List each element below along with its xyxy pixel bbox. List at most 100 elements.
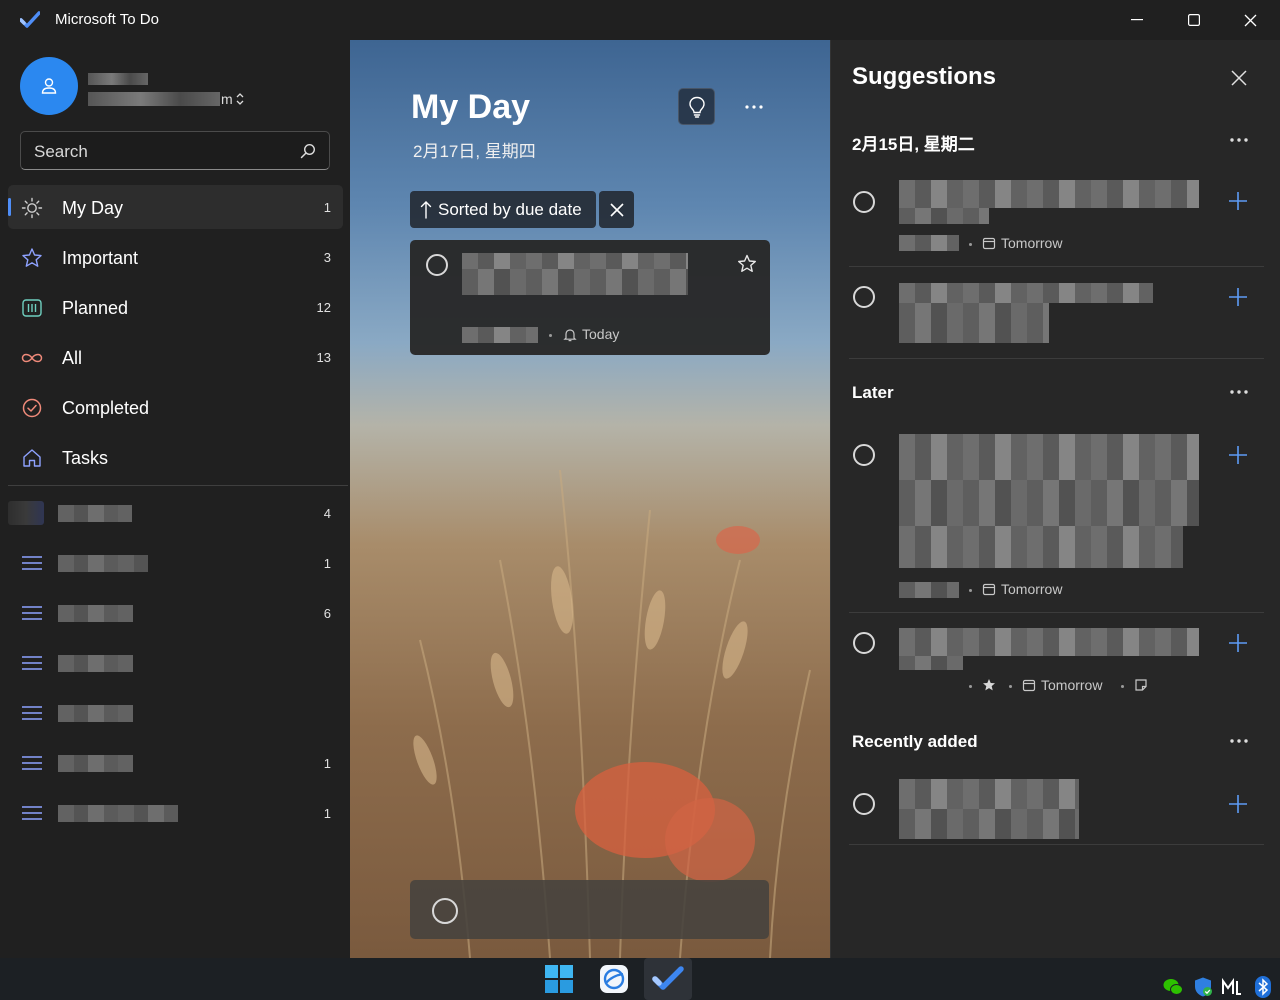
browser-app-icon: [600, 965, 628, 993]
person-icon: [41, 78, 57, 94]
meta-separator: [969, 589, 972, 592]
sun-icon: [21, 197, 43, 219]
more-horizontal-icon: [744, 104, 763, 109]
sidebar-item-label: Tasks: [62, 448, 109, 468]
complete-task-checkbox[interactable]: [853, 191, 875, 213]
sidebar-list-item[interactable]: 1: [8, 791, 343, 835]
sidebar-item-completed[interactable]: Completed: [8, 385, 343, 429]
suggestion-item[interactable]: [849, 773, 1264, 845]
task-title-redacted: [899, 656, 963, 670]
sidebar-item-label: Completed: [62, 398, 150, 418]
add-to-my-day-icon[interactable]: [1227, 444, 1249, 466]
maximize-button[interactable]: [1165, 0, 1222, 40]
avatar[interactable]: [20, 57, 78, 115]
suggestion-item[interactable]: Tomorrow: [849, 173, 1264, 267]
sidebar-item-label: Planned: [62, 298, 129, 318]
sidebar-list-item[interactable]: 1: [8, 541, 343, 585]
bell-icon: [563, 329, 577, 342]
suggestion-item[interactable]: Tomorrow: [849, 425, 1264, 613]
task-title-redacted: [899, 480, 1199, 526]
task-list-name-redacted: [462, 327, 538, 343]
list-lines-icon: [22, 756, 42, 770]
list-lines-icon: [22, 806, 42, 820]
add-to-my-day-icon[interactable]: [1227, 793, 1249, 815]
meta-separator: [1009, 685, 1012, 688]
todo-logo-icon: [20, 11, 40, 28]
list-lines-icon: [22, 606, 42, 620]
close-panel-icon[interactable]: [1228, 67, 1250, 89]
list-lines-icon: [22, 656, 42, 670]
complete-task-checkbox[interactable]: [853, 632, 875, 654]
more-options-button[interactable]: [735, 88, 772, 125]
list-name-redacted: [58, 505, 132, 522]
search-placeholder: Search: [34, 142, 88, 161]
complete-task-checkbox[interactable]: [853, 444, 875, 466]
sidebar-item-count: 3: [323, 250, 331, 265]
bluetooth-tray-icon[interactable]: [1252, 976, 1274, 998]
list-lines-icon: [22, 706, 42, 720]
task-title-redacted: [899, 809, 1079, 839]
sidebar-item-label: Important: [62, 248, 139, 268]
home-icon: [23, 449, 41, 467]
more-horizontal-icon[interactable]: [1229, 738, 1249, 744]
close-icon: [1244, 14, 1257, 26]
suggestions-toggle-button[interactable]: [678, 88, 715, 125]
sidebar-item-tasks[interactable]: Tasks: [8, 435, 343, 479]
sidebar-item-my-day[interactable]: My Day 1: [8, 185, 343, 229]
meta-separator: [969, 685, 972, 688]
star-outline-icon[interactable]: [737, 254, 757, 274]
list-count: 6: [323, 606, 331, 621]
security-shield-tray-icon[interactable]: [1192, 976, 1214, 998]
sort-chip[interactable]: Sorted by due date: [410, 191, 596, 228]
minimize-button[interactable]: [1108, 0, 1165, 40]
task-title-redacted: [899, 628, 1199, 656]
task-card[interactable]: Today: [410, 240, 770, 355]
meta-separator: [1121, 685, 1124, 688]
title-bar: Microsoft To Do: [0, 0, 1280, 40]
calendar-icon: [982, 237, 996, 250]
complete-task-checkbox[interactable]: [853, 793, 875, 815]
taskbar-app-todo[interactable]: [644, 958, 692, 1000]
note-icon: [1135, 679, 1147, 691]
add-task-circle-icon: [432, 898, 458, 924]
sidebar-divider: [8, 485, 348, 486]
remove-sort-button[interactable]: [599, 191, 634, 228]
sidebar-item-planned[interactable]: Planned 12: [8, 285, 343, 329]
sidebar-list-item[interactable]: 4: [8, 491, 343, 535]
infinity-icon: [21, 353, 43, 363]
more-horizontal-icon[interactable]: [1229, 137, 1249, 143]
add-task-input[interactable]: [410, 880, 769, 939]
sidebar-item-all[interactable]: All 13: [8, 335, 343, 379]
complete-task-checkbox[interactable]: [853, 286, 875, 308]
add-to-my-day-icon[interactable]: [1227, 286, 1249, 308]
sidebar-list-item[interactable]: [8, 691, 343, 735]
sidebar-item-important[interactable]: Important 3: [8, 235, 343, 279]
chevron-up-down-icon[interactable]: [235, 92, 245, 106]
task-title-redacted: [899, 779, 1079, 809]
list-name-redacted: [58, 705, 133, 722]
taskbar-app-browser[interactable]: [590, 958, 638, 1000]
meta-separator: [549, 334, 552, 337]
wechat-tray-icon[interactable]: [1162, 976, 1184, 998]
complete-task-checkbox[interactable]: [426, 254, 448, 276]
window-title: Microsoft To Do: [55, 11, 159, 28]
sidebar-list-item[interactable]: [8, 641, 343, 685]
search-icon[interactable]: [300, 143, 316, 159]
suggestion-item[interactable]: Tomorrow: [849, 613, 1264, 705]
list-name-redacted: [58, 805, 178, 822]
sidebar-list-item[interactable]: 6: [8, 591, 343, 635]
sidebar-item-count: 13: [316, 350, 331, 365]
more-horizontal-icon[interactable]: [1229, 389, 1249, 395]
search-input[interactable]: Search: [20, 131, 330, 170]
sidebar-list-item[interactable]: 1: [8, 741, 343, 785]
page-date: 2月17日, 星期四: [413, 142, 536, 161]
input-method-tray-icon[interactable]: [1221, 976, 1243, 998]
add-to-my-day-icon[interactable]: [1227, 632, 1249, 654]
add-to-my-day-icon[interactable]: [1227, 190, 1249, 212]
list-count: 1: [323, 806, 331, 821]
start-button[interactable]: [535, 958, 583, 1000]
list-count: 1: [323, 556, 331, 571]
close-window-button[interactable]: [1222, 0, 1279, 40]
sidebar-item-label: My Day: [62, 198, 124, 218]
suggestion-item[interactable]: [849, 267, 1264, 359]
